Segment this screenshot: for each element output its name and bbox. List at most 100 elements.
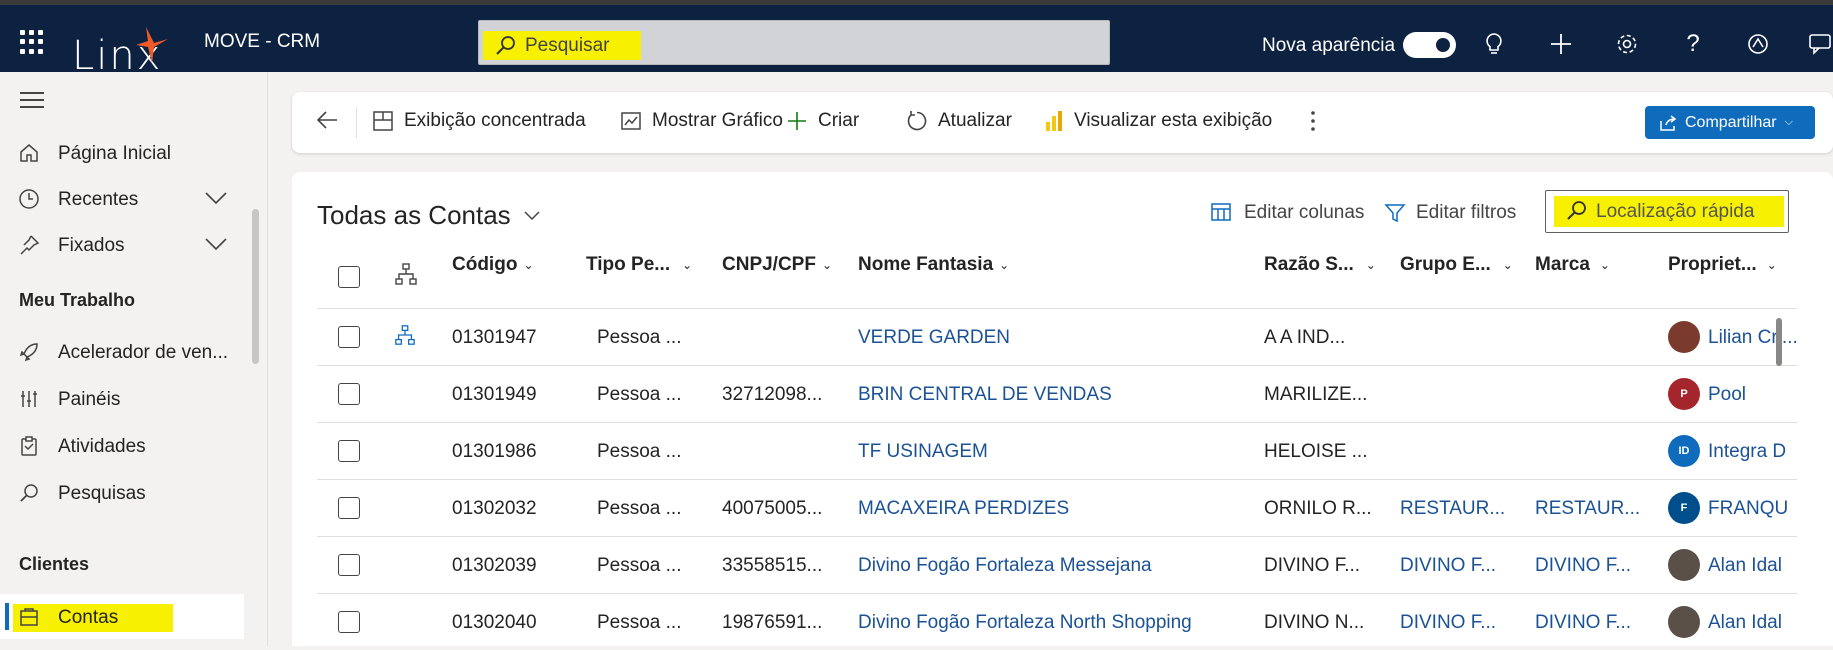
chevron-down-icon: ⌄: [999, 258, 1010, 272]
home-icon: [20, 144, 38, 162]
row-checkbox[interactable]: [338, 440, 360, 462]
column-header-trade-name[interactable]: Nome Fantasia ⌄: [858, 254, 1009, 276]
cell-trade-name-link[interactable]: MACAXEIRA PERDIZES: [858, 498, 1069, 520]
cell-trade-name-link[interactable]: BRIN CENTRAL DE VENDAS: [858, 384, 1112, 406]
cell-group-link[interactable]: DIVINO F...: [1400, 612, 1496, 634]
sidebar-item-sales-accelerator[interactable]: Acelerador de ven...: [0, 332, 262, 372]
cell-trade-name-link[interactable]: VERDE GARDEN: [858, 327, 1010, 349]
copilot-icon[interactable]: [1743, 29, 1773, 59]
column-header-brand[interactable]: Marca ⌄: [1535, 254, 1610, 276]
sidebar-item-surveys[interactable]: Pesquisas: [0, 473, 262, 513]
power-bi-icon: [1046, 111, 1062, 131]
table-row[interactable]: 01302032 Pessoa ... 40075005... MACAXEIRA P…: [317, 479, 1797, 536]
accounts-grid: Todas as Contas Editar colunas Editar fi…: [292, 172, 1833, 646]
column-header-group[interactable]: Grupo E... ⌄: [1400, 254, 1513, 276]
back-button[interactable]: [316, 110, 348, 130]
chevron-down-icon: ⌄: [682, 258, 693, 272]
cell-type: Pessoa ...: [597, 441, 682, 462]
chevron-down-icon[interactable]: [205, 191, 227, 205]
row-checkbox[interactable]: [338, 497, 360, 519]
cell-brand-link[interactable]: DIVINO F...: [1535, 612, 1631, 634]
global-search-input[interactable]: Pesquisar: [478, 20, 1110, 65]
chart-icon: [621, 112, 641, 130]
edit-filters-label: Editar filtros: [1416, 202, 1517, 223]
refresh-button[interactable]: Atualizar: [906, 110, 1012, 132]
cell-company-name: MARILIZE...: [1264, 384, 1368, 405]
plus-icon[interactable]: [1546, 29, 1576, 59]
table-row[interactable]: 01302039 Pessoa ... 33558515... Divino Fogã…: [317, 536, 1797, 593]
create-button[interactable]: Criar: [786, 110, 859, 132]
chevron-down-icon[interactable]: [205, 237, 227, 251]
visualize-view-button[interactable]: Visualizar esta exibição: [1044, 110, 1272, 132]
column-header-owner[interactable]: Propriet... ⌄: [1668, 254, 1777, 276]
cell-cnpj: 19876591...: [722, 612, 823, 633]
sidebar-item-label: Atividades: [58, 436, 146, 457]
column-header-company-name[interactable]: Razão S... ⌄: [1264, 254, 1376, 276]
sidebar-item-pinned[interactable]: Fixados: [0, 225, 262, 265]
back-arrow-icon: [316, 111, 337, 129]
cell-brand-link[interactable]: DIVINO F...: [1535, 555, 1631, 577]
quick-find-placeholder: Localização rápida: [1596, 201, 1755, 222]
filter-icon: [1384, 204, 1406, 223]
share-button[interactable]: Compartilhar ⌵: [1645, 106, 1815, 139]
sidebar-item-dashboards[interactable]: Painéis: [0, 379, 262, 419]
cell-trade-name-link[interactable]: Divino Fogão Fortaleza North Shopping: [858, 612, 1192, 634]
new-look-label: Nova aparência: [1262, 35, 1396, 56]
row-checkbox[interactable]: [338, 611, 360, 633]
sidebar-item-accounts[interactable]: Contas: [0, 597, 262, 637]
chat-icon[interactable]: [1805, 29, 1833, 59]
new-look-toggle[interactable]: [1403, 32, 1456, 58]
chevron-down-icon: ⌄: [1365, 258, 1376, 272]
select-all-checkbox[interactable]: [338, 266, 360, 288]
cell-brand-link[interactable]: RESTAUR...: [1535, 498, 1640, 520]
cell-owner-link[interactable]: Alan Idal: [1708, 612, 1782, 634]
column-header-label: Propriet...: [1668, 254, 1757, 275]
row-checkbox[interactable]: [338, 326, 360, 348]
cell-group-link[interactable]: RESTAUR...: [1400, 498, 1505, 520]
hamburger-menu-icon[interactable]: [20, 92, 44, 113]
grid-scrollbar[interactable]: [1776, 318, 1782, 366]
view-selector[interactable]: Todas as Contas: [317, 200, 541, 231]
row-checkbox[interactable]: [338, 383, 360, 405]
sidebar-item-recent[interactable]: Recentes: [0, 179, 262, 219]
sidebar-item-home[interactable]: Página Inicial: [0, 133, 262, 173]
cell-group-link[interactable]: DIVINO F...: [1400, 555, 1496, 577]
top-bar: Linx MOVE - CRM Pesquisar Nova aparência…: [0, 0, 1833, 77]
avatar: [1668, 549, 1700, 581]
quick-find-input[interactable]: Localização rápida: [1545, 190, 1789, 233]
table-row[interactable]: 01302040 Pessoa ... 19876591... Divino Fogã…: [317, 593, 1797, 650]
gear-icon[interactable]: [1612, 29, 1642, 59]
concentrated-view-button[interactable]: Exibição concentrada: [372, 110, 586, 132]
cell-owner-link[interactable]: Pool: [1708, 384, 1746, 406]
edit-filters-button[interactable]: Editar filtros: [1384, 202, 1516, 224]
cell-owner-link[interactable]: Integra D: [1708, 441, 1786, 463]
lightbulb-icon[interactable]: [1479, 29, 1509, 59]
column-header-label: CNPJ/CPF: [722, 254, 816, 275]
cell-trade-name-link[interactable]: Divino Fogão Fortaleza Messejana: [858, 555, 1152, 577]
table-row[interactable]: 01301986 Pessoa ... TF USINAGEM HELOISE ...…: [317, 422, 1797, 479]
cell-owner-link[interactable]: Alan Idal: [1708, 555, 1782, 577]
show-chart-button[interactable]: Mostrar Gráfico: [620, 110, 783, 132]
edit-columns-button[interactable]: Editar colunas: [1210, 202, 1364, 224]
sidebar-item-activities[interactable]: Atividades: [0, 426, 262, 466]
column-header-code[interactable]: Código ⌄: [452, 254, 534, 276]
column-header-label: Tipo Pe...: [586, 254, 671, 275]
cell-owner-link[interactable]: FRANQU: [1708, 498, 1788, 520]
more-commands-button[interactable]: [1310, 110, 1326, 132]
cell-owner-link[interactable]: Lilian Cri...: [1708, 327, 1798, 349]
cell-trade-name-link[interactable]: TF USINAGEM: [858, 441, 988, 463]
app-name[interactable]: MOVE - CRM: [204, 31, 320, 53]
hierarchy-icon[interactable]: [394, 324, 416, 346]
column-header-cnpj[interactable]: CNPJ/CPF ⌄: [722, 254, 832, 276]
app-launcher-icon[interactable]: [20, 30, 44, 54]
linx-logo[interactable]: Linx: [70, 25, 180, 77]
table-row[interactable]: 01301947 Pessoa ... VERDE GARDEN A A IND...…: [317, 308, 1798, 365]
sidebar-scrollbar[interactable]: [252, 209, 259, 364]
help-icon[interactable]: ?: [1678, 29, 1708, 59]
hierarchy-icon[interactable]: [394, 262, 418, 286]
table-row[interactable]: 01301949 Pessoa ... 32712098... BRIN CENTRA…: [317, 365, 1797, 422]
column-header-type[interactable]: Tipo Pe... ⌄: [586, 254, 692, 276]
row-checkbox[interactable]: [338, 554, 360, 576]
sidebar: Página Inicial Recentes Fixados Meu Trab…: [0, 72, 268, 646]
cell-cnpj: 32712098...: [722, 384, 823, 405]
